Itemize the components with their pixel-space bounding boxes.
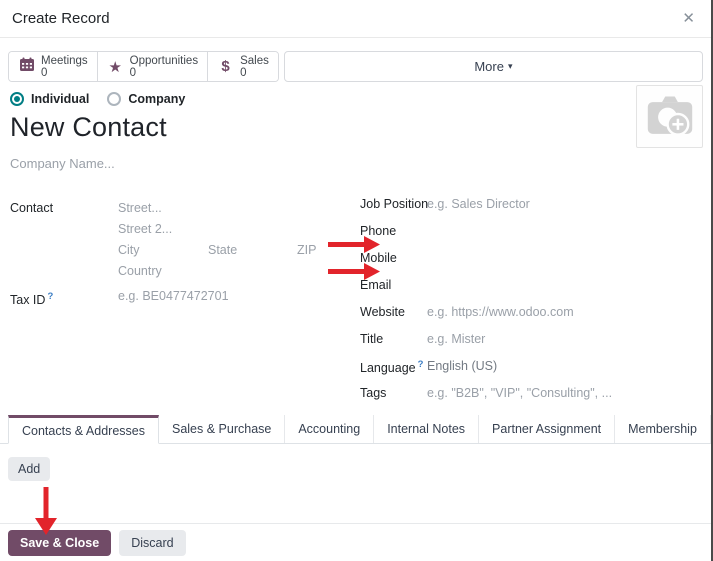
dollar-icon: $ [221,58,230,75]
stat-button-row: Meetings 0 ★ Opportunities 0 $ Sales 0 M… [8,51,703,82]
company-type-selector: Individual Company [10,92,711,106]
mobile-label: Mobile [360,251,397,265]
email-label: Email [360,278,392,292]
notebook-tabs: Contacts & Addresses Sales & Purchase Ac… [0,415,711,444]
radio-individual-label: Individual [31,92,90,106]
help-icon: ? [47,291,54,302]
opportunities-count: 0 [129,66,137,79]
radio-individual-circle[interactable] [10,92,24,106]
camera-plus-icon [644,91,696,142]
tab-content: Add [0,444,711,481]
modal-footer: Save & Close Discard [0,523,711,561]
form-right-column: Job Position e.g. Sales Director Phone M… [360,195,701,413]
create-record-modal: Create Record ✕ Meetings 0 ★ Opportuniti… [0,0,713,561]
sales-count: 0 [240,66,247,79]
more-label: More [474,59,504,74]
stat-button-group: Meetings 0 ★ Opportunities 0 $ Sales 0 [8,51,279,82]
help-icon: ? [417,359,424,370]
more-button[interactable]: More ▾ [283,51,703,82]
discard-button[interactable]: Discard [119,529,186,556]
language-label: Language? [360,359,424,376]
sales-label: Sales [240,54,269,67]
language-select[interactable]: English (US) [427,359,497,373]
tax-id-input[interactable]: e.g. BE0477472701 [118,286,229,311]
tab-partner-assignment[interactable]: Partner Assignment [479,415,616,443]
modal-header: Create Record ✕ [0,0,711,38]
calendar-icon [18,57,35,76]
job-position-input[interactable]: e.g. Sales Director [427,197,530,211]
zip-input[interactable]: ZIP [297,240,316,261]
tags-input[interactable]: e.g. "B2B", "VIP", "Consulting", ... [427,386,612,400]
radio-individual[interactable]: Individual [10,92,89,106]
company-name-input[interactable]: Company Name... [10,156,711,171]
form-left-column: Contact Street... Street 2... City State… [10,195,360,413]
title-label: Title [360,332,384,346]
tab-accounting[interactable]: Accounting [285,415,375,443]
radio-company-circle[interactable] [107,92,122,106]
website-input[interactable]: e.g. https://www.odoo.com [427,305,574,319]
city-input[interactable]: City [118,240,208,261]
avatar-upload[interactable] [636,85,703,148]
meetings-label: Meetings [41,54,88,67]
contact-name-input[interactable]: New Contact [10,112,711,143]
state-input[interactable]: State [208,240,297,261]
title-input[interactable]: e.g. Mister [427,332,485,346]
star-icon: ★ [108,58,122,76]
tax-id-label: Tax ID? [10,291,54,308]
opportunities-label: Opportunities [129,54,199,67]
close-icon[interactable]: ✕ [678,9,699,28]
meetings-count: 0 [41,66,48,79]
contact-form: Contact Street... Street 2... City State… [10,195,701,413]
street2-input[interactable]: Street 2... [118,219,172,240]
sales-button[interactable]: $ Sales 0 [207,52,278,81]
add-button[interactable]: Add [8,457,51,481]
chevron-down-icon: ▾ [507,61,513,71]
radio-company-label: Company [128,92,186,106]
job-position-label: Job Position [360,197,429,211]
radio-company[interactable]: Company [107,92,185,106]
opportunities-button[interactable]: ★ Opportunities 0 [96,52,208,81]
save-close-button[interactable]: Save & Close [8,529,112,556]
phone-label: Phone [360,224,397,238]
tab-sales-purchase[interactable]: Sales & Purchase [159,415,286,443]
meetings-button[interactable]: Meetings 0 [9,52,97,81]
website-label: Website [360,305,405,319]
tab-membership[interactable]: Membership [615,415,711,443]
tab-contacts-addresses[interactable]: Contacts & Addresses [8,415,159,444]
country-input[interactable]: Country [118,261,162,282]
tags-label: Tags [360,386,387,400]
street-input[interactable]: Street... [118,198,162,219]
modal-title: Create Record [12,10,110,27]
contact-address-label: Contact [10,201,54,215]
tab-internal-notes[interactable]: Internal Notes [374,415,480,443]
